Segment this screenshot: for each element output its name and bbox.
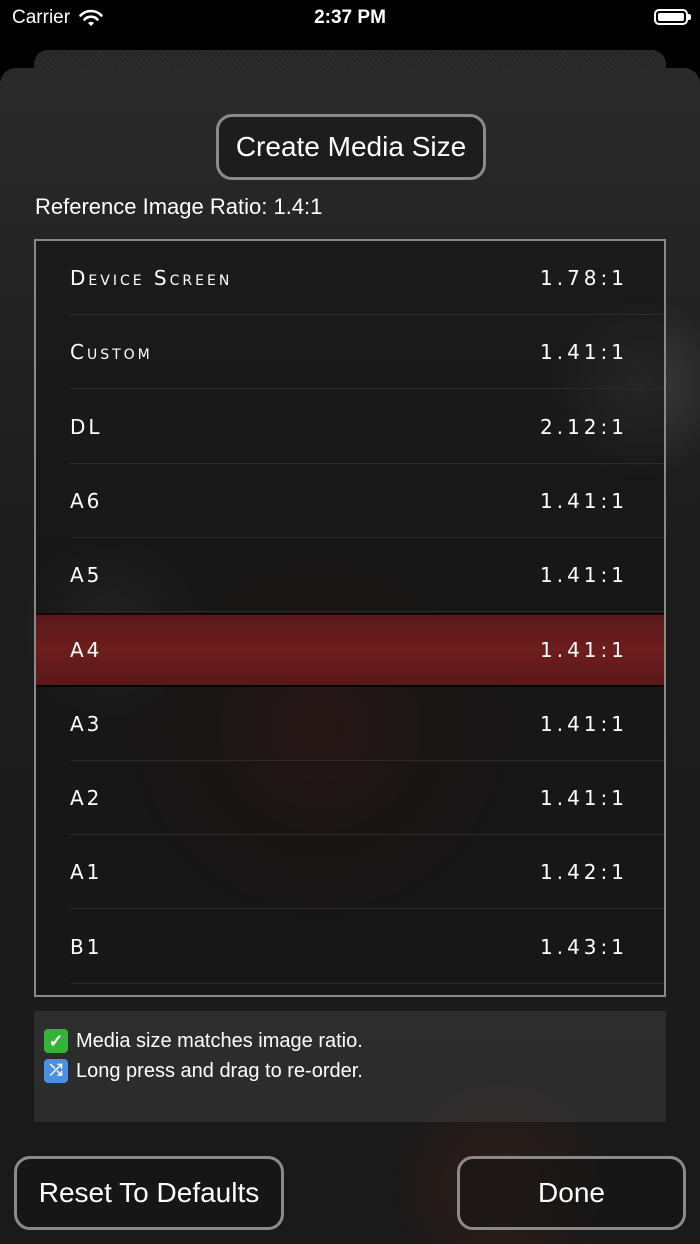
media-size-ratio: 1.41:1 <box>540 637 628 662</box>
check-icon: ✓ <box>44 1029 68 1053</box>
media-size-ratio: 1.78:1 <box>540 266 628 290</box>
media-size-name: A1 <box>70 860 103 885</box>
screen: Carrier 2:37 PM Create Media Size Refere… <box>0 0 700 1244</box>
media-size-name: Device Screen <box>70 266 233 290</box>
info-line-reorder: ⤮ Long press and drag to re-order. <box>44 1059 363 1083</box>
media-size-name: DL <box>70 414 103 439</box>
media-size-row[interactable]: A5 1.41:1 <box>36 538 664 613</box>
media-size-ratio: 1.41:1 <box>540 786 628 811</box>
media-size-row[interactable]: A2 1.41:1 <box>36 761 664 836</box>
media-size-row[interactable]: A4 1.41:1 <box>36 612 664 687</box>
media-size-ratio: 1.41:1 <box>540 563 628 588</box>
media-size-name: A3 <box>70 711 103 736</box>
media-size-name: A6 <box>70 488 103 513</box>
clock: 2:37 PM <box>314 7 386 28</box>
media-size-name: A4 <box>70 637 103 662</box>
media-size-name: A2 <box>70 786 103 811</box>
media-size-row[interactable]: Device Screen 1.78:1 <box>36 241 664 315</box>
media-size-row[interactable]: Custom 1.41:1 <box>36 315 664 390</box>
media-size-row[interactable]: A6 1.41:1 <box>36 464 664 538</box>
info-line-match: ✓ Media size matches image ratio. <box>44 1029 363 1053</box>
media-size-ratio: 1.41:1 <box>540 711 628 736</box>
info-box: ✓ Media size matches image ratio. ⤮ Long… <box>34 1011 666 1122</box>
media-size-row[interactable]: B1 1.43:1 <box>36 910 664 984</box>
media-size-ratio: 1.42:1 <box>540 860 628 885</box>
media-size-row[interactable]: A1 1.42:1 <box>36 835 664 910</box>
media-size-ratio: 1.41:1 <box>540 340 628 365</box>
create-media-size-button[interactable]: Create Media Size <box>216 114 486 180</box>
reset-to-defaults-button[interactable]: Reset To Defaults <box>14 1156 284 1230</box>
media-size-ratio: 1.43:1 <box>540 934 628 959</box>
status-bar: Carrier 2:37 PM <box>0 0 700 40</box>
reference-ratio-label: Reference Image Ratio: 1.4:1 <box>35 194 323 219</box>
media-size-ratio: 2.12:1 <box>540 414 628 439</box>
media-size-name: A5 <box>70 563 103 588</box>
media-size-row[interactable]: DL 2.12:1 <box>36 390 664 464</box>
info-text-match: Media size matches image ratio. <box>76 1029 363 1052</box>
info-text-reorder: Long press and drag to re-order. <box>76 1059 363 1082</box>
media-size-ratio: 1.41:1 <box>540 488 628 513</box>
shuffle-icon: ⤮ <box>44 1059 68 1083</box>
media-size-list[interactable]: Device Screen 1.78:1 Custom 1.41:1 DL 2.12:1 A… <box>34 239 666 997</box>
media-size-row[interactable]: A3 1.41:1 <box>36 687 664 761</box>
done-button[interactable]: Done <box>457 1156 686 1230</box>
battery-icon <box>654 9 691 25</box>
media-size-name: B1 <box>70 934 103 959</box>
media-size-name: Custom <box>70 340 153 365</box>
